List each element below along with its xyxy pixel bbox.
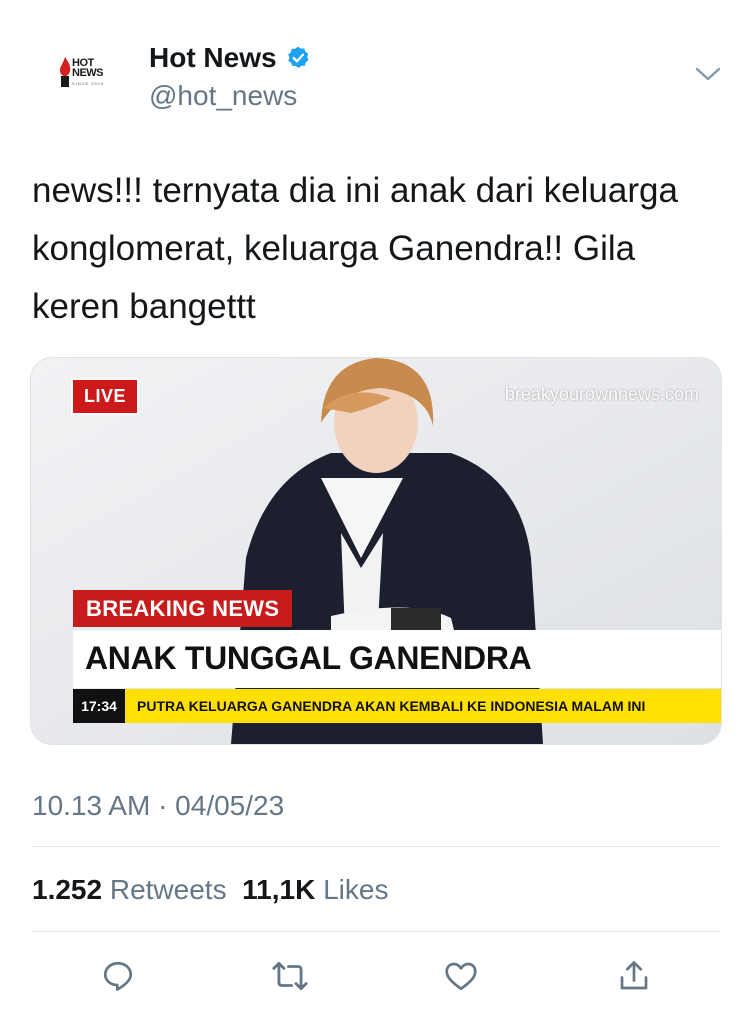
- retweet-button[interactable]: [270, 956, 310, 996]
- display-name[interactable]: Hot News: [149, 42, 311, 74]
- flame-icon: [60, 57, 71, 87]
- tweet-timestamp[interactable]: 10.13 AM · 04/05/23: [32, 790, 284, 822]
- tweet-stats: 1.252 Retweets 11,1K Likes: [32, 874, 388, 906]
- retweet-count[interactable]: 1.252 Retweets: [32, 874, 227, 905]
- tweet-media-image[interactable]: LIVE breakyourownnews.com BREAKING NEWS …: [30, 357, 722, 745]
- tweet-text: news!!! ternyata dia ini anak dari kelua…: [32, 171, 678, 326]
- user-handle[interactable]: @hot_news: [149, 80, 297, 112]
- display-name-text[interactable]: Hot News: [149, 42, 277, 74]
- chevron-down-icon[interactable]: [694, 64, 722, 84]
- watermark: breakyourownnews.com: [504, 384, 699, 404]
- tweet-actions: [0, 940, 750, 1010]
- like-button[interactable]: [441, 956, 481, 996]
- tweet-header: HOT NEWS SINCE 2019 Hot News @hot_news: [0, 0, 750, 140]
- reply-icon: [103, 961, 133, 991]
- retweet-icon: [272, 961, 308, 991]
- ticker-time: 17:34: [73, 689, 125, 723]
- logo-since: SINCE 2019: [72, 81, 105, 86]
- like-icon: [445, 962, 477, 991]
- breaking-news-label: BREAKING NEWS: [73, 590, 293, 627]
- avatar[interactable]: HOT NEWS SINCE 2019: [52, 52, 112, 98]
- divider: [32, 846, 720, 847]
- headline-bar: ANAK TUNGGAL GANENDRA: [73, 630, 721, 688]
- verified-badge-icon: [287, 46, 308, 68]
- logo-text: HOT NEWS: [72, 57, 104, 79]
- ticker-bar: 17:34 PUTRA KELUARGA GANENDRA AKAN KEMBA…: [73, 689, 721, 723]
- like-count[interactable]: 11,1K Likes: [242, 874, 388, 905]
- divider: [32, 931, 720, 932]
- ticker-text: PUTRA KELUARGA GANENDRA AKAN KEMBALI KE …: [137, 698, 646, 714]
- live-badge: LIVE: [71, 378, 140, 415]
- share-button[interactable]: [614, 956, 654, 996]
- headline: ANAK TUNGGAL GANENDRA: [85, 640, 532, 676]
- share-icon: [620, 961, 648, 990]
- reply-button[interactable]: [98, 956, 138, 996]
